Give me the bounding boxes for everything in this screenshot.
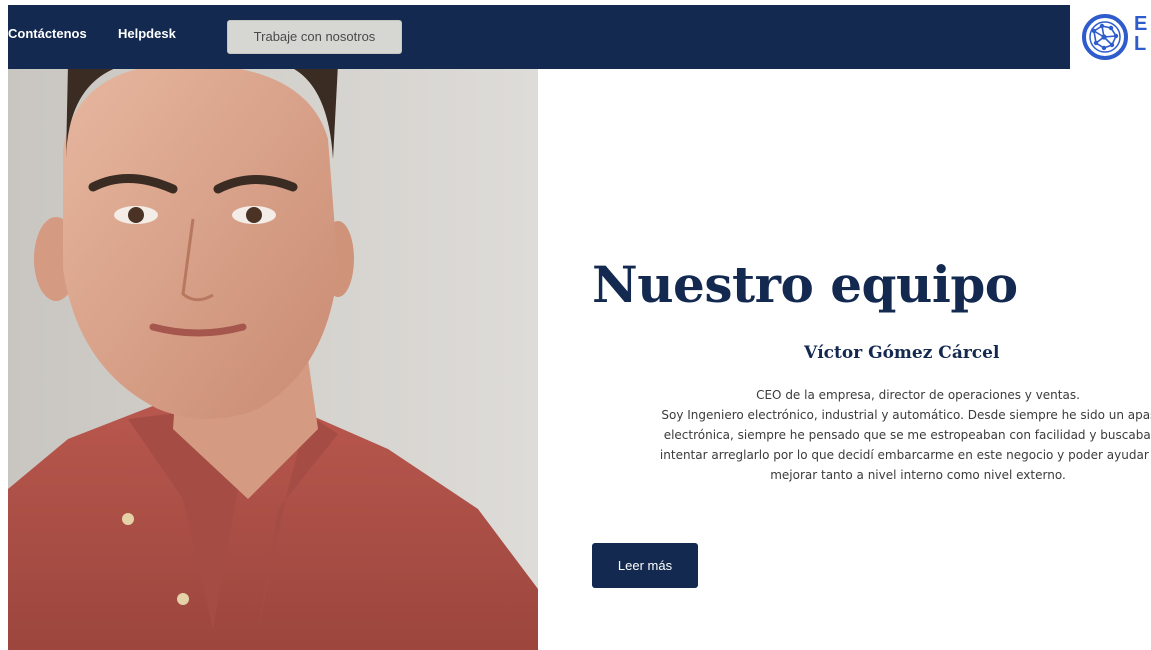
bio-line: intentar arreglarlo por lo que decidí em…	[659, 448, 1151, 462]
read-more-button[interactable]: Leer más	[592, 543, 698, 588]
logo-wordmark-line1: E	[1134, 13, 1148, 35]
careers-button[interactable]: Trabaje con nosotros	[227, 20, 402, 54]
team-member-photo	[8, 69, 538, 650]
logo-wordmark: E L	[1134, 14, 1147, 54]
page: Contáctenos Helpdesk Trabaje con nosotro…	[0, 0, 1151, 650]
nav-link-helpdesk[interactable]: Helpdesk	[118, 26, 176, 41]
top-navbar: Contáctenos Helpdesk Trabaje con nosotro…	[8, 5, 1070, 69]
team-section: Nuestro equipo Víctor Gómez Cárcel CEO d…	[538, 69, 1151, 650]
section-title: Nuestro equipo	[592, 255, 1018, 314]
bio-line: electrónica, siempre he pensado que se m…	[663, 428, 1151, 442]
bio-line: mejorar tanto a nivel interno como nivel…	[770, 468, 1066, 482]
nav-link-contact[interactable]: Contáctenos	[8, 26, 87, 41]
member-bio: CEO de la empresa, director de operacion…	[568, 385, 1151, 485]
portrait-illustration	[8, 69, 538, 650]
company-logo[interactable]: E L	[1080, 12, 1151, 62]
bio-line: Soy Ingeniero electrónico, industrial y …	[661, 408, 1151, 422]
globe-network-icon	[1082, 14, 1128, 60]
left-gutter	[0, 0, 8, 650]
bio-line: CEO de la empresa, director de operacion…	[756, 388, 1080, 402]
member-name: Víctor Gómez Cárcel	[804, 343, 1000, 363]
logo-wordmark-line2: L	[1134, 33, 1147, 55]
